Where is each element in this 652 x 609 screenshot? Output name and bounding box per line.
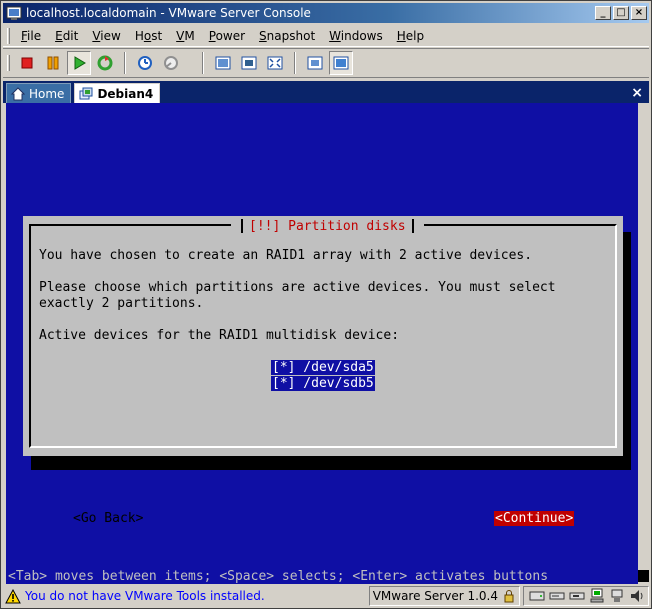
device-option-sdb5[interactable]: [*] /dev/sdb5 xyxy=(271,376,375,391)
menu-snapshot[interactable]: Snapshot xyxy=(252,29,322,43)
full-screen-icon xyxy=(215,56,231,70)
maximize-icon: □ xyxy=(616,7,626,18)
revert-snapshot-button[interactable] xyxy=(159,51,183,75)
full-screen-button[interactable] xyxy=(211,51,235,75)
menu-view[interactable]: View xyxy=(85,29,127,43)
floppy-icon xyxy=(569,592,585,600)
take-snapshot-button[interactable] xyxy=(133,51,157,75)
toolbar xyxy=(3,48,649,78)
power-on-button[interactable] xyxy=(67,51,91,75)
network-icon xyxy=(590,588,604,603)
home-icon xyxy=(11,86,25,100)
usb-icon xyxy=(611,589,623,602)
dialog-title: [!!] Partition disks xyxy=(249,218,406,234)
menu-file[interactable]: File xyxy=(14,29,48,43)
toolbar-grip xyxy=(7,55,10,71)
app-window: localhost.localdomain - VMware Server Co… xyxy=(0,0,652,609)
menu-vm[interactable]: VM xyxy=(169,29,202,43)
fit-window-button[interactable] xyxy=(263,51,287,75)
tab-vm-label: Debian4 xyxy=(97,86,154,101)
toolbar-separator xyxy=(202,52,204,74)
floppy-status[interactable] xyxy=(568,587,586,605)
version-label: VMware Server 1.0.4 xyxy=(368,586,520,606)
toolbar-separator xyxy=(294,52,296,74)
vmware-tools-warning[interactable]: You do not have VMware Tools installed. xyxy=(3,588,265,604)
vm-icon xyxy=(79,87,93,99)
menu-bar: File Edit View Host VM Power Snapshot Wi… xyxy=(3,25,649,47)
close-icon: × xyxy=(634,7,644,18)
dialog-message-3: exactly 2 partitions. xyxy=(39,296,204,311)
vm-console-screen[interactable]: [!!] Partition disks You have chosen to … xyxy=(6,103,638,584)
device-status-group xyxy=(523,586,649,606)
stop-icon xyxy=(21,57,33,69)
tab-bar: Home Debian4 × xyxy=(3,81,649,103)
tab-home-label: Home xyxy=(29,86,65,101)
menu-help[interactable]: Help xyxy=(390,29,431,43)
tab-home[interactable]: Home xyxy=(6,83,72,103)
device-option-sda5[interactable]: [*] /dev/sda5 xyxy=(271,360,375,375)
warning-icon xyxy=(5,588,21,603)
summary-button[interactable] xyxy=(303,51,327,75)
reset-button[interactable] xyxy=(93,51,117,75)
network-status[interactable] xyxy=(588,587,606,605)
snapshot-take-icon xyxy=(138,56,152,70)
quick-switch-icon xyxy=(241,56,257,70)
menu-edit[interactable]: Edit xyxy=(48,29,85,43)
dialog-title-box: [!!] Partition disks xyxy=(231,217,424,235)
sound-status[interactable] xyxy=(628,587,646,605)
go-back-button[interactable]: <Go Back> xyxy=(73,511,143,526)
reset-icon xyxy=(97,55,113,71)
maximize-button[interactable]: □ xyxy=(613,6,629,20)
console-scrollbar[interactable] xyxy=(638,103,649,584)
cdrom-icon xyxy=(549,592,565,600)
scrollbar-thumb[interactable] xyxy=(638,570,649,582)
vmware-app-icon xyxy=(6,6,22,20)
menu-windows[interactable]: Windows xyxy=(322,29,390,43)
snapshot-revert-icon xyxy=(164,56,178,70)
console-help-text: <Tab> moves between items; <Space> selec… xyxy=(8,569,549,584)
cdrom-status[interactable] xyxy=(548,587,566,605)
power-off-button[interactable] xyxy=(15,51,39,75)
lock-icon xyxy=(504,590,514,603)
usb-status[interactable] xyxy=(608,587,626,605)
quick-switch-button[interactable] xyxy=(237,51,261,75)
title-bar[interactable]: localhost.localdomain - VMware Server Co… xyxy=(3,3,649,23)
minimize-button[interactable]: _ xyxy=(595,6,611,20)
status-bar: You do not have VMware Tools installed. … xyxy=(3,585,649,607)
dialog-prompt: Active devices for the RAID1 multidisk d… xyxy=(39,328,400,343)
suspend-button[interactable] xyxy=(41,51,65,75)
close-tab-icon[interactable]: × xyxy=(631,83,643,103)
continue-button[interactable]: <Continue> xyxy=(494,511,575,526)
toolbar-separator xyxy=(124,52,126,74)
hard-disk-status[interactable] xyxy=(528,587,546,605)
sound-icon xyxy=(631,590,643,602)
status-message: You do not have VMware Tools installed. xyxy=(25,589,265,603)
summary-icon xyxy=(307,56,323,70)
menubar-grip xyxy=(7,27,10,44)
fit-window-icon xyxy=(267,56,283,70)
console-view-icon xyxy=(333,56,349,70)
menu-host[interactable]: Host xyxy=(128,29,169,43)
tab-vm-debian4[interactable]: Debian4 xyxy=(74,83,161,103)
console-view-button[interactable] xyxy=(329,51,353,75)
pause-icon xyxy=(47,56,59,70)
dialog-message-1: You have chosen to create an RAID1 array… xyxy=(39,248,533,263)
minimize-icon: _ xyxy=(600,7,606,18)
hard-disk-icon xyxy=(529,591,545,601)
close-button[interactable]: × xyxy=(631,6,647,20)
play-icon xyxy=(74,56,86,70)
window-title: localhost.localdomain - VMware Server Co… xyxy=(26,6,311,20)
dialog-message-2: Please choose which partitions are activ… xyxy=(39,280,556,295)
partition-dialog: [!!] Partition disks You have chosen to … xyxy=(23,216,623,526)
menu-power[interactable]: Power xyxy=(202,29,252,43)
